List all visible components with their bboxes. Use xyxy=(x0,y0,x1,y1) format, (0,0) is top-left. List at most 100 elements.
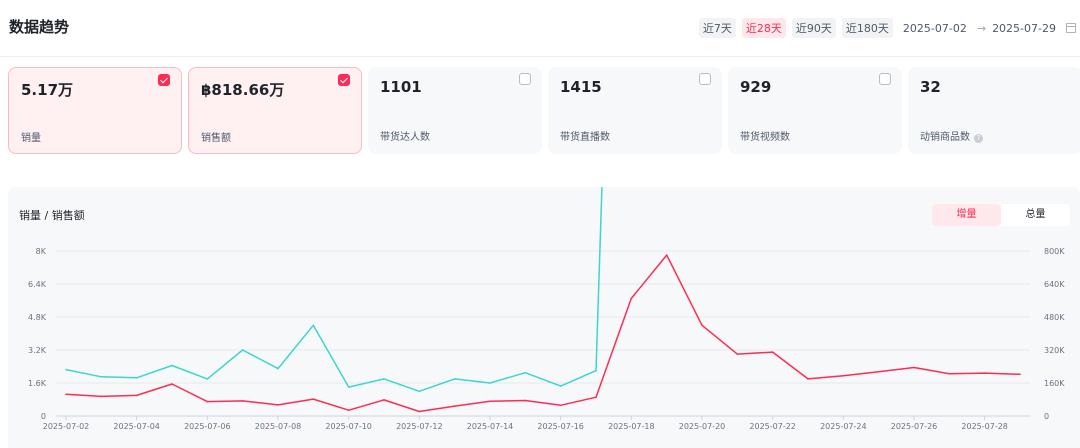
x-tick-label: 2025-07-26 xyxy=(891,422,938,431)
sales-volume-point xyxy=(665,254,668,256)
sales-volume-point xyxy=(807,378,809,380)
metric-label: 销量 xyxy=(21,133,41,144)
metric-value: ฿818.66万 xyxy=(201,81,285,99)
metric-value: 1415 xyxy=(560,78,602,96)
checkbox-checked-icon[interactable] xyxy=(338,74,350,86)
x-tick-label: 2025-07-02 xyxy=(43,422,90,431)
sales-volume-point xyxy=(135,394,138,397)
x-tick-label: 2025-07-22 xyxy=(749,422,796,431)
y-right-tick-label: 0 xyxy=(1044,412,1049,421)
sales-volume-point xyxy=(701,324,703,327)
metric-value: 5.17万 xyxy=(21,81,74,99)
y-right-tick-label: 640K xyxy=(1044,280,1065,289)
checkbox-icon[interactable] xyxy=(879,73,891,85)
sales-volume-point xyxy=(171,383,173,385)
sales-amount-point xyxy=(559,385,562,387)
end-date-input[interactable]: 2025-07-29 xyxy=(992,22,1056,35)
sales-volume-point xyxy=(630,297,633,300)
sales-volume-point xyxy=(241,400,244,402)
sales-amount-point xyxy=(347,386,350,388)
y-left-tick-label: 1.6K xyxy=(28,379,47,388)
checkbox-checked-icon[interactable] xyxy=(158,74,170,86)
line-chart: 0 0 1.6K 160K 3.2K 320K 4.8K 480K 6.4K 640K 8K 800K… xyxy=(28,187,1065,431)
range-90d-button[interactable]: 近90天 xyxy=(791,18,836,38)
sales-amount-point xyxy=(206,378,209,380)
metric-cards: 5.17万 销量 ฿818.66万 销售额 1101 带货达人数 1415 带货… xyxy=(8,67,1080,154)
metric-card-live-streams[interactable]: 1415 带货直播数 xyxy=(548,67,722,154)
sales-volume-point xyxy=(489,400,491,402)
metric-card-creators[interactable]: 1101 带货达人数 xyxy=(368,67,542,154)
sales-amount-point xyxy=(383,378,385,380)
y-left-tick-label: 4.8K xyxy=(28,313,47,322)
sales-volume-point xyxy=(595,396,597,398)
sales-volume-point xyxy=(65,393,67,396)
sales-volume-point xyxy=(418,410,421,413)
sales-amount-point xyxy=(453,378,456,380)
sales-amount-point xyxy=(595,369,597,372)
y-right-tick-label: 480K xyxy=(1044,313,1065,322)
sales-volume-point xyxy=(1019,373,1021,376)
metric-value: 1101 xyxy=(380,78,422,96)
y-left-tick-label: 6.4K xyxy=(28,280,47,289)
y-left-tick-label: 3.2K xyxy=(28,346,47,355)
sales-volume-point xyxy=(312,398,315,400)
sales-volume-point xyxy=(453,405,456,407)
metric-card-videos[interactable]: 929 带货视频数 xyxy=(728,67,902,154)
x-tick-label: 2025-07-24 xyxy=(820,422,867,431)
metric-label: 动销商品数? xyxy=(920,128,983,143)
sales-volume-point xyxy=(913,366,915,369)
sales-amount-point xyxy=(418,390,421,393)
sales-amount-point xyxy=(65,368,67,371)
sales-volume-point xyxy=(383,399,385,401)
sales-amount-point xyxy=(312,324,315,327)
checkbox-icon[interactable] xyxy=(699,73,711,85)
x-tick-label: 2025-07-04 xyxy=(113,422,160,431)
checkbox-icon[interactable] xyxy=(519,73,531,85)
x-tick-label: 2025-07-10 xyxy=(325,422,372,431)
start-date-input[interactable]: 2025-07-02 xyxy=(903,22,967,35)
sales-amount-point xyxy=(100,376,103,378)
sales-volume-point xyxy=(559,404,562,407)
sales-amount-point xyxy=(489,382,491,384)
sales-volume-point xyxy=(877,370,880,373)
x-tick-label: 2025-07-18 xyxy=(608,422,655,431)
help-icon[interactable]: ? xyxy=(974,134,983,143)
trend-chart-panel: 销量 / 销售额 增量 总量 0 0 1.6K 160K 3.2K 320K 4.8K 480… xyxy=(8,187,1080,448)
sales-amount-point xyxy=(241,349,244,351)
metric-label: 销售额 xyxy=(201,133,231,144)
page-header: 数据趋势 近7天 近28天 近90天 近180天 2025-07-02 → 20… xyxy=(0,0,1080,57)
metric-label-text: 动销商品数 xyxy=(920,132,970,143)
metric-card-sales-amount[interactable]: ฿818.66万 销售额 xyxy=(188,67,362,154)
sales-volume-point xyxy=(842,375,845,377)
calendar-icon[interactable] xyxy=(1066,23,1076,33)
date-range-separator: → xyxy=(976,21,987,35)
sales-amount-line xyxy=(65,187,603,393)
sales-amount-point xyxy=(171,364,173,367)
sales-volume-point xyxy=(983,372,986,374)
range-7d-button[interactable]: 近7天 xyxy=(698,18,736,38)
sales-amount-point xyxy=(277,367,279,370)
sales-volume-line xyxy=(65,254,1021,413)
metric-card-sales-volume[interactable]: 5.17万 销量 xyxy=(8,67,182,154)
x-tick-label: 2025-07-06 xyxy=(184,422,231,431)
metric-value: 929 xyxy=(740,78,772,96)
sales-volume-point xyxy=(524,399,527,402)
page-title: 数据趋势 xyxy=(9,18,70,36)
range-28d-button[interactable]: 近28天 xyxy=(741,18,786,38)
x-tick-label: 2025-07-08 xyxy=(255,422,302,431)
metric-card-active-products: 32 动销商品数? xyxy=(908,67,1080,154)
metric-label: 带货视频数 xyxy=(740,132,790,143)
metric-label: 带货直播数 xyxy=(560,132,610,143)
y-right-tick-label: 160K xyxy=(1044,379,1065,388)
sales-volume-point xyxy=(771,351,774,353)
y-right-tick-label: 320K xyxy=(1044,346,1065,355)
y-left-tick-label: 8K xyxy=(36,247,47,256)
sales-volume-point xyxy=(736,353,739,355)
sales-amount-point xyxy=(135,377,138,379)
x-tick-label: 2025-07-14 xyxy=(467,422,514,431)
metric-label: 带货达人数 xyxy=(380,132,430,143)
metric-value: 32 xyxy=(920,78,941,96)
sales-amount-point xyxy=(524,371,527,374)
range-180d-button[interactable]: 近180天 xyxy=(841,18,893,38)
sales-volume-point xyxy=(347,409,350,411)
